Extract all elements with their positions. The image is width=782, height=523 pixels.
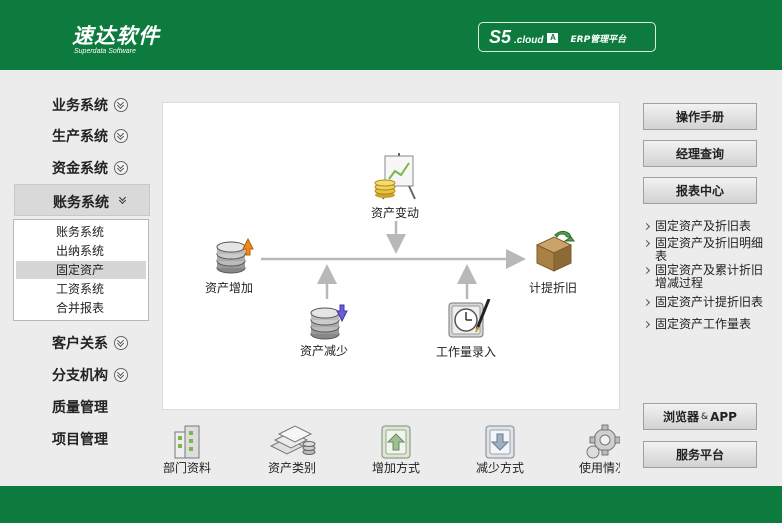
manager-query-button[interactable]: 经理查询: [643, 140, 757, 167]
asset-category-label: 资产类别: [267, 461, 316, 475]
report-link[interactable]: 固定资产计提折旧表: [642, 296, 774, 309]
nav-item-funds[interactable]: 资金系统: [52, 156, 128, 180]
chevron-down-icon: [114, 336, 128, 350]
building-icon: [174, 425, 200, 459]
operation-manual-button[interactable]: 操作手册: [643, 103, 757, 130]
product-a-badge: A: [547, 33, 559, 43]
submenu-item-accounting[interactable]: 账务系统: [16, 223, 146, 241]
usage-status-label: 使用情况: [578, 461, 620, 475]
product-badge: S5 .cloud A ERP管理平台: [478, 22, 656, 52]
logo-text: 速达软件: [72, 24, 160, 48]
product-erp: ERP管理平台: [570, 34, 627, 45]
report-center-label: 报表中心: [675, 184, 724, 198]
ampersand-label: &: [701, 411, 709, 422]
app-label: APP: [710, 409, 737, 424]
nav-item-business[interactable]: 业务系统: [52, 93, 128, 117]
nav-item-label: 账务系统: [53, 195, 109, 211]
bottom-icon-row: 部门资料 资产类别 增加方式 减少方式 使用情: [162, 418, 620, 482]
asset-reduce-label[interactable]: 资产减少: [300, 342, 348, 359]
browser-label: 浏览器: [663, 410, 700, 424]
product-s5: S5: [489, 26, 512, 47]
chevron-down-icon: [114, 98, 128, 112]
report-link[interactable]: 固定资产工作量表: [642, 318, 774, 331]
chevron-right-icon: [642, 320, 651, 329]
report-link[interactable]: 固定资产及累计折旧增减过程: [642, 264, 774, 290]
reduce-method-button[interactable]: 减少方式: [460, 418, 540, 475]
chevron-right-icon: [642, 298, 651, 307]
asset-change-icon[interactable]: [371, 153, 421, 204]
nav-item-label: 客户关系: [52, 336, 108, 352]
chevron-down-icon: [114, 368, 128, 382]
accounting-submenu: 账务系统 出纳系统 固定资产 工资系统 合并报表: [13, 219, 149, 321]
submenu-item-consolidated-reports[interactable]: 合并报表: [16, 299, 146, 317]
report-center-button[interactable]: 报表中心: [643, 177, 757, 204]
nav-item-projects[interactable]: 项目管理: [52, 427, 108, 451]
nav-item-quality[interactable]: 质量管理: [52, 395, 108, 419]
workload-entry-label[interactable]: 工作量录入: [436, 343, 496, 360]
report-link[interactable]: 固定资产及折旧明细表: [642, 237, 774, 263]
add-method-button[interactable]: 增加方式: [356, 418, 436, 475]
chevron-right-icon: [642, 266, 651, 275]
service-platform-label: 服务平台: [675, 448, 724, 462]
reduce-method-icon: [485, 425, 515, 459]
reduce-method-label: 减少方式: [475, 461, 524, 475]
depreciation-label[interactable]: 计提折旧: [529, 279, 577, 296]
nav-item-label: 质量管理: [52, 400, 108, 416]
nav-item-accounting[interactable]: 账务系统: [14, 184, 150, 216]
chevron-down-icon: [114, 129, 128, 143]
depreciation-icon[interactable]: [531, 227, 577, 276]
asset-category-button[interactable]: 资产类别: [252, 418, 332, 475]
top-bar: 速达软件 Superdata Software S5 .cloud A ERP管…: [0, 0, 782, 70]
submenu-item-fixed-assets[interactable]: 固定资产: [16, 261, 146, 279]
service-platform-button[interactable]: 服务平台: [643, 441, 757, 468]
report-link[interactable]: 固定资产及折旧表: [642, 220, 774, 233]
add-method-icon: [381, 425, 411, 459]
department-data-button[interactable]: 部门资料: [162, 418, 227, 475]
nav-item-crm[interactable]: 客户关系: [52, 331, 128, 355]
manager-query-label: 经理查询: [675, 147, 724, 161]
nav-item-label: 项目管理: [52, 432, 108, 448]
browser-app-button[interactable]: 浏览器 & APP: [643, 403, 757, 430]
asset-reduce-icon[interactable]: [307, 301, 351, 344]
bottom-bar: [0, 486, 782, 523]
asset-category-icon: [269, 425, 316, 455]
submenu-item-cashier[interactable]: 出纳系统: [16, 242, 146, 260]
chevron-right-icon: [642, 222, 651, 231]
chevron-right-icon: [642, 239, 651, 248]
operation-manual-label: 操作手册: [675, 110, 724, 124]
nav-item-production[interactable]: 生产系统: [52, 124, 128, 148]
add-method-label: 增加方式: [371, 461, 420, 475]
flow-panel: 资产变动 资产增加 资产减少 工作量录入 计提折旧: [162, 102, 620, 410]
nav-item-label: 生产系统: [52, 129, 108, 145]
submenu-item-payroll[interactable]: 工资系统: [16, 280, 146, 298]
nav-item-label: 业务系统: [52, 98, 108, 114]
logo: 速达软件 Superdata Software: [72, 20, 160, 55]
usage-status-button[interactable]: 使用情况: [563, 418, 620, 475]
nav-item-label: 资金系统: [52, 161, 108, 177]
nav-item-branches[interactable]: 分支机构: [52, 363, 128, 387]
asset-add-icon[interactable]: [213, 235, 257, 278]
nav-item-label: 分支机构: [52, 368, 108, 384]
department-data-label: 部门资料: [162, 461, 211, 475]
chevron-down-icon: [114, 161, 128, 175]
asset-add-label[interactable]: 资产增加: [205, 279, 253, 296]
product-cloud: .cloud: [514, 34, 544, 46]
gear-icon: [586, 424, 620, 459]
workload-entry-icon[interactable]: [447, 298, 491, 342]
chevron-down-icon: [119, 197, 127, 205]
asset-change-label[interactable]: 资产变动: [371, 204, 419, 221]
